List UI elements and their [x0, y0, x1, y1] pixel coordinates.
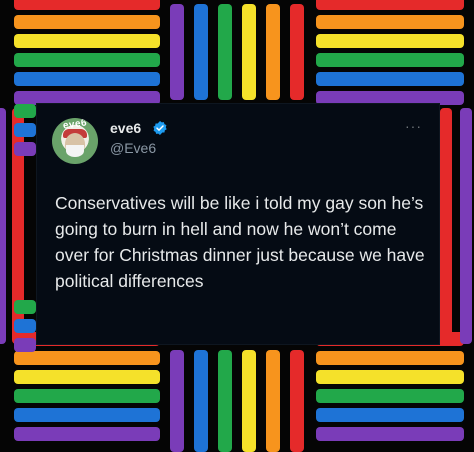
stripe-bottom-h — [316, 370, 464, 384]
stripe-top-h — [316, 34, 464, 48]
stripe-bottom-h — [14, 427, 160, 441]
stripe-bottom-h — [316, 351, 464, 365]
verified-badge-icon — [153, 121, 167, 135]
stripe-bottom-h — [316, 427, 464, 441]
stripe-top-h — [14, 91, 160, 105]
stripe-side-h — [14, 123, 36, 137]
stripe-bottom-h — [14, 389, 160, 403]
stripe-bottom-h — [14, 408, 160, 422]
stripe-bottom-h — [14, 370, 160, 384]
avatar-beard — [66, 145, 84, 157]
stripe-side-h — [14, 142, 36, 156]
stripe-bottom-v — [266, 350, 280, 452]
tweet-text: Conservatives will be like i told my gay… — [55, 193, 425, 291]
stripe-top-v — [194, 4, 208, 100]
stripe-bottom-v — [194, 350, 208, 452]
stripe-side-h — [14, 319, 36, 333]
stripe-top-v — [266, 4, 280, 100]
stripe-bottom-h — [14, 351, 160, 365]
stripe-bottom-h — [316, 408, 464, 422]
stripe-bottom-h — [316, 389, 464, 403]
stripe-top-h — [316, 15, 464, 29]
stripe-top-h — [14, 53, 160, 67]
more-options-icon[interactable]: ··· — [405, 118, 422, 134]
stripe-side-h — [14, 300, 36, 314]
tweet-card: eve6 eve6 @Eve6 ··· Conservatives will b… — [37, 104, 439, 344]
stripe-side-h — [14, 104, 36, 118]
stripe-top-v — [242, 4, 256, 100]
user-handle[interactable]: @Eve6 — [110, 140, 156, 156]
stripe-top-h — [14, 72, 160, 86]
stripe-bottom-v — [218, 350, 232, 452]
stripe-bottom-v — [290, 350, 304, 452]
stripe-top-h — [316, 72, 464, 86]
stripe-left-v — [0, 108, 6, 344]
stripe-side-h — [14, 338, 36, 352]
stripe-top-h — [14, 0, 160, 10]
avatar[interactable]: eve6 — [52, 118, 98, 164]
stripe-top-h — [316, 91, 464, 105]
stripe-bottom-v — [242, 350, 256, 452]
stripe-top-v — [218, 4, 232, 100]
stripe-top-v — [170, 4, 184, 100]
stripe-bottom-v — [170, 350, 184, 452]
stripe-top-h — [14, 15, 160, 29]
stripe-top-h — [14, 34, 160, 48]
stripe-right-v — [440, 108, 452, 344]
stripe-top-h — [316, 53, 464, 67]
display-name[interactable]: eve6 — [110, 120, 141, 136]
stripe-top-v — [290, 4, 304, 100]
stripe-top-h — [316, 0, 464, 10]
stripe-right-v — [460, 108, 472, 344]
